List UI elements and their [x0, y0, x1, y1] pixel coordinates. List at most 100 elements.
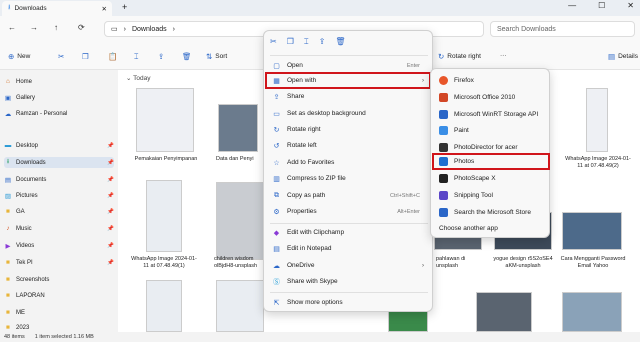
menu-item-copy-as-path[interactable]: ⧉ Copy as path Ctrl+Shift+C — [266, 188, 430, 203]
file-thumbnail[interactable] — [216, 280, 264, 332]
menu-item-edit-clipchamp[interactable]: ◆ Edit with Clipchamp — [266, 225, 430, 240]
app-photodirector[interactable]: PhotoDirector for acer — [433, 140, 549, 155]
menu-item-add-to-favorites[interactable]: ☆ Add to Favorites — [266, 155, 430, 170]
up-arrow-icon[interactable]: ↑ — [54, 23, 58, 32]
sort-button[interactable]: ⇅ Sort — [206, 52, 227, 61]
tab-close-button[interactable]: ✕ — [102, 5, 107, 13]
file-thumbnail[interactable] — [136, 88, 194, 152]
menu-item-rotate-right[interactable]: ↻ Rotate right — [266, 122, 430, 137]
sidebar-item-tek-pi[interactable]: ■ Tek PI 📌 — [4, 257, 114, 268]
sidebar-item-home[interactable]: ⌂ Home — [4, 76, 114, 87]
sidebar-item-me[interactable]: ■ ME — [4, 307, 114, 318]
menu-item-properties[interactable]: ⚙ Properties Alt+Enter — [266, 204, 430, 219]
app-office-2010[interactable]: Microsoft Office 2010 — [433, 90, 549, 105]
copy-icon[interactable]: ❐ — [287, 37, 294, 47]
menu-item-open-with[interactable]: ▦ Open with › — [265, 72, 431, 89]
menu-item-edit-notepad[interactable]: ▤ Edit in Notepad — [266, 241, 430, 256]
forward-arrow-icon[interactable]: → — [30, 23, 38, 32]
cut-icon[interactable]: ✂ — [58, 52, 64, 61]
app-winrt-storage-api[interactable]: Microsoft WinRT Storage API — [433, 107, 549, 122]
desktop-icon: ▬ — [4, 142, 12, 149]
new-tab-button[interactable]: + — [122, 2, 127, 12]
maximize-button[interactable]: ☐ — [598, 1, 605, 10]
back-arrow-icon[interactable]: ← — [8, 23, 16, 32]
minimize-button[interactable]: — — [568, 1, 576, 10]
menu-item-rotate-left[interactable]: ↺ Rotate left — [266, 138, 430, 153]
search-input[interactable]: Search Downloads — [490, 21, 635, 37]
close-button[interactable]: ✕ — [627, 1, 634, 10]
app-photos[interactable]: Photos — [432, 153, 550, 170]
app-microsoft-store[interactable]: Search the Microsoft Store — [433, 205, 549, 220]
apps-icon: ▦ — [273, 77, 280, 85]
file-caption: yogue design r5S2oSE4 aKM-unsplash — [493, 256, 553, 269]
music-icon: ♪ — [6, 225, 10, 232]
gallery-icon: ▣ — [4, 94, 12, 102]
sidebar-item-desktop[interactable]: ▬ Desktop 📌 — [4, 140, 114, 151]
cloud-icon: ☁ — [4, 110, 12, 118]
plus-icon: ⊕ — [8, 52, 15, 61]
share-icon[interactable]: ⇪ — [158, 52, 164, 61]
copy-icon[interactable]: ❐ — [82, 52, 89, 61]
sidebar-item-onedrive[interactable]: ☁ Ramzan - Personal — [4, 108, 114, 119]
rotate-right-icon: ↻ — [438, 52, 445, 61]
chevron-right-icon: › — [422, 77, 424, 84]
sidebar-item-laporan[interactable]: ■ LAPORAN — [4, 290, 114, 301]
file-thumbnail[interactable] — [146, 180, 182, 252]
rename-icon[interactable]: ⌶ — [134, 52, 139, 62]
file-thumbnail[interactable] — [476, 292, 532, 332]
group-header-today[interactable]: ⌄ Today — [126, 74, 151, 82]
rotate-right-button[interactable]: ↻ Rotate right — [438, 52, 481, 61]
sidebar-item-ga[interactable]: ■ GA 📌 — [4, 206, 114, 217]
app-paint[interactable]: Paint — [433, 123, 549, 138]
share-icon[interactable]: ⇪ — [319, 37, 326, 47]
pin-icon: 📌 — [107, 208, 114, 215]
menu-item-share[interactable]: ⇪ Share — [266, 89, 430, 104]
delete-icon[interactable]: 🗑 — [335, 37, 345, 47]
menu-item-open[interactable]: ▢ Open Enter — [266, 58, 430, 73]
refresh-icon[interactable]: ⟳ — [78, 23, 85, 32]
sidebar-item-documents[interactable]: ▤ Documents 📌 — [4, 174, 114, 185]
more-button[interactable]: ··· — [500, 52, 507, 59]
wrench-icon: ⚙ — [273, 208, 280, 216]
download-icon: ⭳ — [6, 158, 10, 165]
paste-icon[interactable]: 📋 — [108, 52, 117, 61]
store-icon — [439, 208, 448, 217]
context-menu: ✂ ❐ ⌶ ⇪ 🗑 ▢ Open Enter ▦ Open with › ⇪ Share … — [263, 30, 433, 312]
app-firefox[interactable]: Firefox — [433, 73, 549, 88]
file-thumbnail[interactable] — [562, 212, 622, 250]
file-caption: Cara Mengganti Password Email Yahoo — [560, 256, 626, 269]
folder-icon: ■ — [6, 259, 10, 266]
menu-item-onedrive[interactable]: ☁ OneDrive › — [266, 258, 430, 273]
menu-item-show-more-options[interactable]: ⇱ Show more options — [266, 295, 430, 310]
folder-icon: ■ — [6, 324, 10, 331]
sort-icon: ⇅ — [206, 52, 213, 61]
folder-icon: ■ — [6, 309, 10, 316]
sidebar-item-gallery[interactable]: ▣ Gallery — [4, 92, 114, 103]
file-thumbnail[interactable] — [218, 104, 258, 152]
file-thumbnail[interactable] — [146, 280, 182, 332]
zip-icon: ▥ — [273, 175, 280, 183]
cut-icon[interactable]: ✂ — [270, 37, 277, 47]
sidebar-item-screenshots[interactable]: ■ Screenshots — [4, 274, 114, 285]
file-thumbnail[interactable] — [586, 88, 608, 152]
sidebar-item-downloads[interactable]: ⭳ Downloads 📌 — [4, 157, 114, 168]
sidebar-item-videos[interactable]: ▶ Videos 📌 — [4, 240, 115, 251]
file-thumbnail-selected[interactable] — [216, 182, 264, 260]
app-snipping-tool[interactable]: Snipping Tool — [433, 188, 549, 203]
notepad-icon: ▤ — [273, 245, 280, 253]
choose-another-app[interactable]: Choose another app — [433, 221, 549, 236]
app-photoscape-x[interactable]: PhotoScape X — [433, 171, 549, 186]
file-thumbnail[interactable] — [562, 292, 622, 332]
delete-icon[interactable]: 🗑 — [182, 52, 192, 61]
rename-icon[interactable]: ⌶ — [304, 37, 309, 47]
tab-downloads[interactable]: ⭳ Downloads ✕ — [2, 1, 112, 16]
menu-item-share-skype[interactable]: Ⓢ Share with Skype — [266, 274, 430, 289]
menu-item-set-desktop-background[interactable]: ▭ Set as desktop background — [266, 106, 430, 121]
menu-item-compress-zip[interactable]: ▥ Compress to ZIP file — [266, 171, 430, 186]
sidebar-item-music[interactable]: ♪ Music 📌 — [4, 223, 114, 234]
file-caption: pahlawan di unsplash — [436, 256, 466, 269]
sidebar-item-pictures[interactable]: ▨ Pictures 📌 — [4, 190, 114, 201]
details-button[interactable]: ▤ Details — [608, 52, 638, 61]
documents-icon: ▤ — [4, 176, 12, 184]
new-button[interactable]: ⊕ New — [8, 52, 30, 61]
